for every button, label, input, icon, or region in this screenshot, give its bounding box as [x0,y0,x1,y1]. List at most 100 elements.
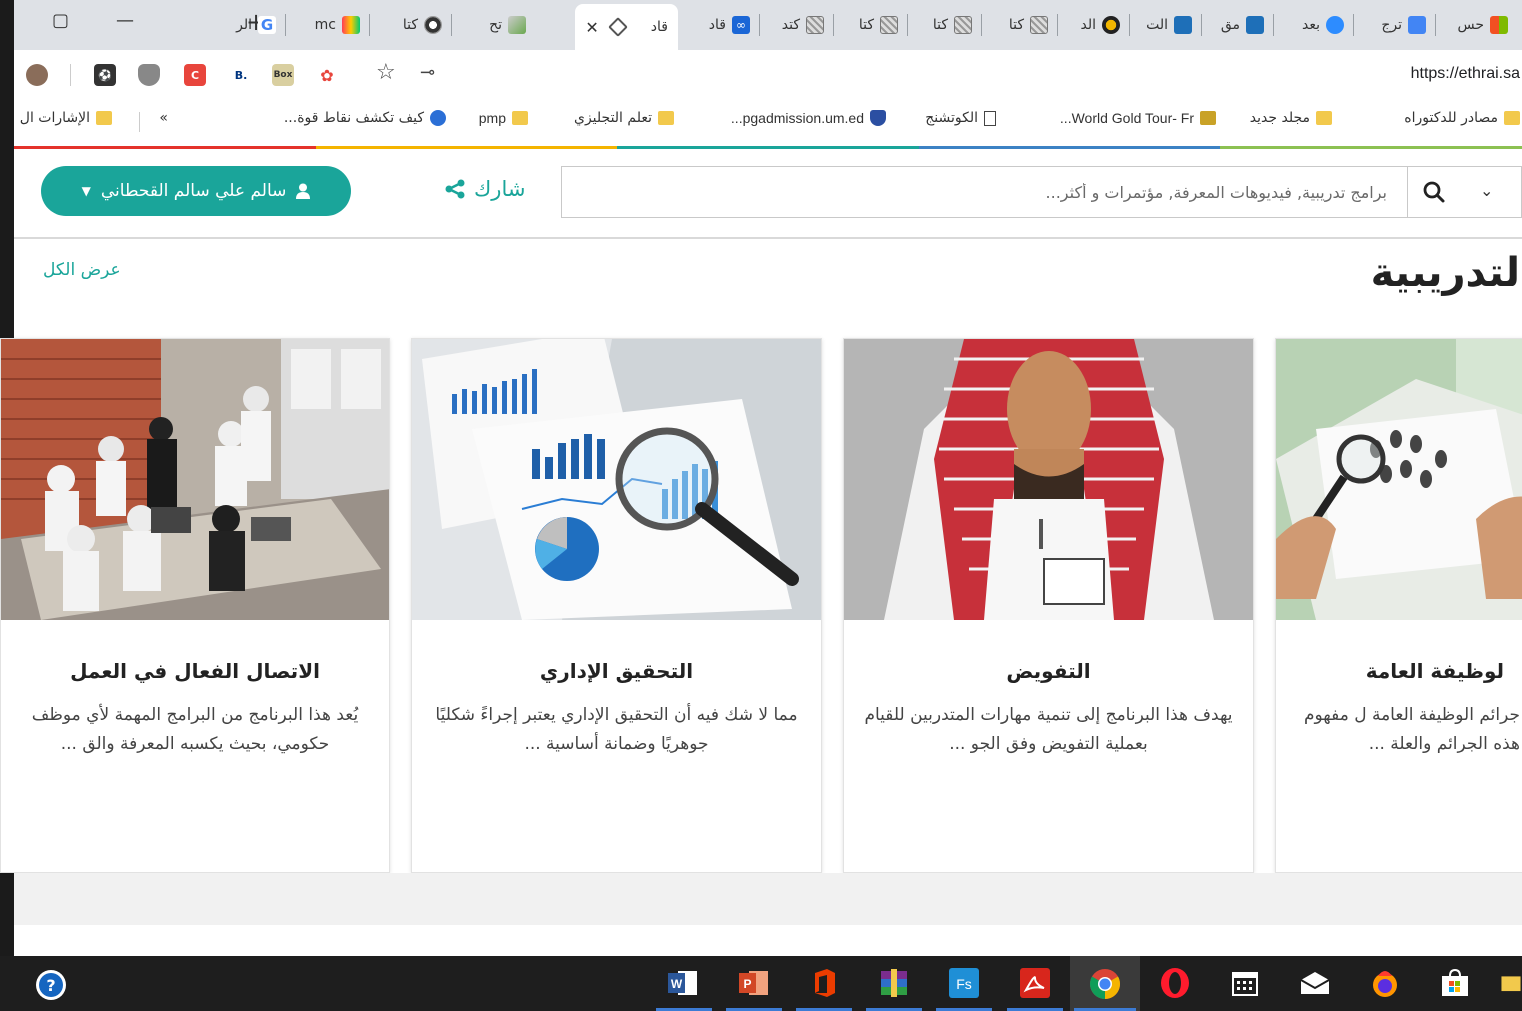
course-card[interactable]: التفويض يهدف هذا البرنامج إلى تنمية مهار… [843,338,1254,873]
bookmark-separator [139,112,140,132]
tab-separator [369,14,370,36]
tab-label: الت [1146,17,1168,33]
shield-extension-icon[interactable] [138,64,160,86]
box-extension-icon[interactable]: Box [272,64,294,86]
course-title: التفويض [1006,659,1091,683]
tab-6[interactable]: الد [1080,8,1120,42]
help-icon[interactable]: ? [36,970,66,1000]
bookmark-item[interactable]: تعلم التجليزي [574,110,674,126]
tab-2[interactable]: ترج [1381,8,1426,42]
tab-9[interactable]: كتا [859,8,898,42]
chrome-icon[interactable] [1070,956,1140,1011]
tab-16[interactable]: G الر [236,8,276,42]
tab-active[interactable]: قاد ✕ [575,4,678,50]
search-input[interactable] [562,167,1407,217]
tab-label: بعد [1302,17,1320,33]
course-description: يُعد هذا البرنامج من البرامج المهمة لأي … [31,705,359,754]
booking-extension-icon[interactable]: B. [230,64,252,86]
tab-separator [1435,14,1436,36]
course-card[interactable]: لوظيفة العامة جرائم الوظيفة العامة ل مفه… [1275,338,1522,873]
tab-label: حس [1457,17,1484,33]
bookmark-label: مجلد جديد [1249,110,1310,126]
profile-avatar[interactable] [26,64,48,86]
winrar-icon[interactable] [877,966,911,1000]
tab-3[interactable]: بعد [1302,8,1344,42]
bookmark-label: كيف تكشف نقاط قوة... [283,110,424,126]
tab-10[interactable]: كتد [782,8,824,42]
office-icon[interactable] [807,966,841,1000]
close-tab-icon[interactable]: ✕ [585,18,598,37]
opera-icon[interactable] [1158,966,1192,1000]
qr-icon [954,16,972,34]
acrobat-icon[interactable] [1018,966,1052,1000]
user-menu-button[interactable]: سالم علي سالم القحطاني ▼ [41,166,351,216]
store-icon[interactable] [1438,966,1472,1000]
tab-label: كتا [1008,17,1024,33]
bookmark-label: الكوتشنج [925,110,978,126]
browser-toolbar: ⚽ C B. Box ✿ ☆ ⊸ https://ethrai.sa [14,50,1522,100]
tab-11[interactable]: ∞ قاد [709,8,750,42]
bookmark-item[interactable]: pgadmission.um.ed... [731,110,886,126]
course-card[interactable]: التحقيق الإداري مما لا شك فيه أن التحقيق… [411,338,822,873]
tab-1[interactable]: حس [1457,8,1508,42]
password-key-icon[interactable]: ⊸ [420,62,435,83]
puzzle-extension-icon[interactable]: ✿ [316,64,338,86]
tab-separator [981,14,982,36]
site-header: سالم علي سالم القحطاني ▼ شارك ⌄ [14,149,1522,239]
tab-8[interactable]: كتا [933,8,972,42]
mail-icon[interactable] [1298,966,1332,1000]
bookmark-item[interactable]: pmp [479,110,528,126]
user-name: سالم علي سالم القحطاني [100,181,287,201]
soccer-extension-icon[interactable]: ⚽ [94,64,116,86]
red-extension-icon[interactable]: C [184,64,206,86]
tab-label: مق [1220,17,1240,33]
tab-separator [451,14,452,36]
bookmark-item[interactable]: World Gold Tour- Fr... [1060,110,1216,126]
powerpoint-icon[interactable]: P [737,966,771,1000]
restore-window-icon[interactable]: ▢ [52,10,69,31]
search-icon[interactable] [1422,180,1446,204]
bookmark-label: » [159,110,168,126]
ring-icon [424,16,442,34]
view-all-link[interactable]: عرض الكل [43,260,121,280]
tab-separator [1353,14,1354,36]
tab-14[interactable]: كتا [403,8,442,42]
tab-7[interactable]: كتا [1009,8,1048,42]
tab-label: كتا [402,17,418,33]
other-bookmarks-folder[interactable]: الإشارات ال [20,110,112,126]
diamond-icon [607,17,628,37]
tab-label: قاد [708,17,726,33]
course-image [844,339,1253,620]
caret-down-icon: ▼ [81,184,91,198]
bookmark-item[interactable]: الكوتشنج [925,110,996,126]
share-button[interactable]: شارك [444,177,525,201]
page-icon [984,110,996,126]
calendar-icon[interactable] [1228,966,1262,1000]
qr-icon [880,16,898,34]
firefox-icon[interactable] [1368,966,1402,1000]
tab-5[interactable]: الت [1146,8,1192,42]
minimize-window-icon[interactable]: — [116,10,134,31]
tab-label: كتا [932,17,948,33]
bookmarks-overflow-button[interactable]: » [159,110,168,126]
bookmark-item[interactable]: كيف تكشف نقاط قوة... [284,110,446,126]
chevron-down-icon[interactable]: ⌄ [1480,181,1493,200]
tab-15[interactable]: mc [315,8,360,42]
bookmark-label: مصادر للدكتوراه [1404,110,1498,126]
tab-13[interactable]: تح [489,8,526,42]
address-bar-url[interactable]: https://ethrai.sa [1411,65,1520,83]
bookmark-item[interactable]: مجلد جديد [1250,110,1332,126]
bookmark-star-icon[interactable]: ☆ [376,60,396,85]
course-image [1,339,389,620]
tab-separator [833,14,834,36]
tab-4[interactable]: مق [1221,8,1264,42]
course-card[interactable]: الاتصال الفعال في العمل يُعد هذا البرنام… [0,338,390,873]
fs-icon[interactable]: Fs [947,966,981,1000]
search-separator [1407,167,1408,217]
svg-text:W: W [671,977,683,991]
course-description: جرائم الوظيفة العامة ل مفهوم هذه الجرائم… [1303,705,1520,754]
word-icon[interactable]: W [666,966,700,1000]
bookmark-item[interactable]: مصادر للدكتوراه [1404,110,1520,126]
file-explorer-icon[interactable] [1500,966,1522,1000]
course-description: يهدف هذا البرنامج إلى تنمية مهارات المتد… [864,705,1233,754]
